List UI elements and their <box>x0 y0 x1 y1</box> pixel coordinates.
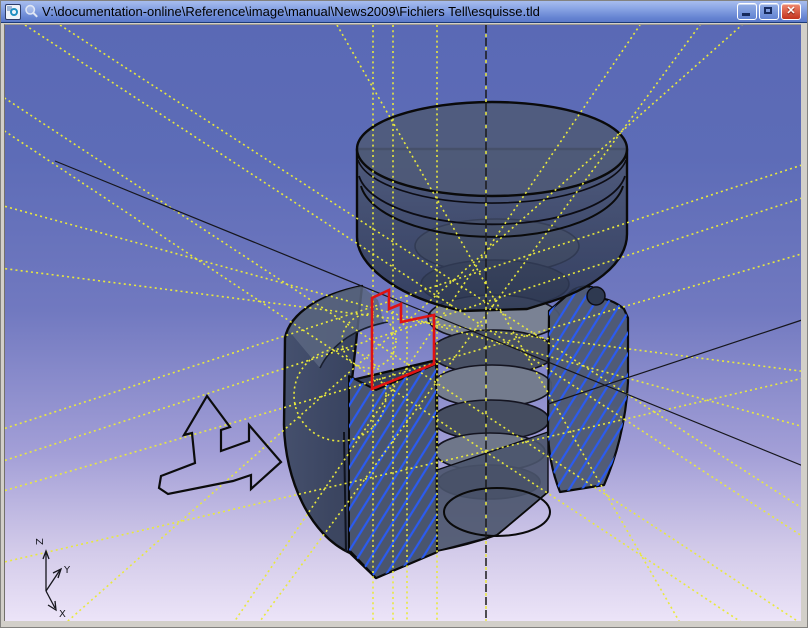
window-title: V:\documentation-online\Reference\image\… <box>42 4 733 19</box>
image-document-icon <box>5 4 21 20</box>
close-icon: ✕ <box>782 4 800 19</box>
minimize-icon <box>742 13 750 16</box>
cad-window: V:\documentation-online\Reference\image\… <box>0 0 808 628</box>
maximize-button[interactable] <box>759 3 779 20</box>
close-button[interactable]: ✕ <box>781 3 801 20</box>
axis-label-x: X <box>59 609 66 620</box>
maximize-icon <box>764 7 772 14</box>
viewport[interactable]: Y X Z <box>4 24 801 621</box>
thread-notch <box>587 287 605 305</box>
axis-label-z: Z <box>35 538 46 545</box>
screw-nut-model <box>284 102 628 578</box>
screw-head <box>357 102 627 311</box>
cad-drawing: Y X Z <box>4 24 801 621</box>
title-bar[interactable]: V:\documentation-online\Reference\image\… <box>1 1 807 23</box>
axis-triad: Y X Z <box>35 538 71 620</box>
minimize-button[interactable] <box>737 3 757 20</box>
magnifier-icon <box>24 4 39 19</box>
window-buttons: ✕ <box>737 3 801 20</box>
axis-label-y: Y <box>63 565 71 576</box>
direction-arrows-icon[interactable] <box>159 396 281 494</box>
